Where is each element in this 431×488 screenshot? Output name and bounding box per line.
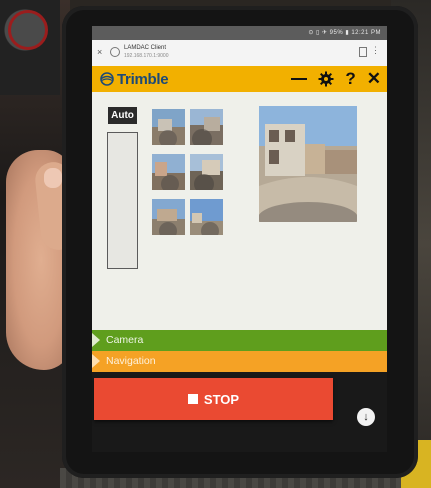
status-indicators: ⊙ ▯ ✈ 95% ▮ 12:21 PM (308, 30, 381, 36)
gear-icon[interactable] (318, 70, 334, 88)
camera-preview-image[interactable] (259, 106, 357, 222)
tablet-screen: ⊙ ▯ ✈ 95% ▮ 12:21 PM × LAMDAC Client 192… (92, 26, 387, 452)
navigation-section-bar[interactable]: Navigation (92, 351, 387, 372)
navigation-expand-arrow-icon (92, 354, 100, 368)
android-status-bar: ⊙ ▯ ✈ 95% ▮ 12:21 PM (92, 26, 387, 40)
trimble-logo: Trimble (100, 70, 169, 88)
app-header: Trimble ? ✕ (92, 66, 387, 92)
camera-thumbnail[interactable] (190, 154, 223, 190)
info-icon[interactable] (110, 47, 120, 57)
stop-label: STOP (203, 391, 240, 407)
thumb-nail (44, 168, 62, 188)
navigation-section-label: Navigation (106, 355, 156, 367)
camera-thumbnail[interactable] (152, 199, 185, 235)
logo-text: Trimble (117, 70, 169, 88)
help-icon[interactable]: ? (345, 69, 355, 88)
camera-thumbnail[interactable] (152, 109, 185, 145)
camera-section-bar[interactable]: Camera (92, 330, 387, 351)
scroll-down-icon[interactable]: ↓ (357, 408, 375, 426)
trimble-globe-icon (100, 72, 114, 86)
overflow-menu-icon[interactable]: ⋮ (371, 46, 380, 55)
list-icon[interactable] (291, 70, 308, 88)
camera-content: Auto (92, 92, 387, 330)
background-red-ring (8, 10, 48, 50)
camera-section-label: Camera (106, 334, 144, 346)
stop-button[interactable]: STOP (94, 378, 333, 420)
browser-title: LAMDAC Client (124, 45, 167, 51)
auto-button[interactable]: Auto (108, 107, 137, 124)
exposure-slider[interactable] (107, 132, 138, 269)
header-icons: ? ✕ (291, 69, 381, 88)
close-tab-icon[interactable]: × (97, 47, 102, 57)
camera-thumbnail[interactable] (190, 109, 223, 145)
camera-thumbnail[interactable] (152, 154, 185, 190)
camera-thumbnail[interactable] (190, 199, 223, 235)
camera-expand-arrow-icon (92, 333, 100, 347)
stop-icon (187, 394, 198, 404)
browser-bar: × LAMDAC Client 192.168.170.1:9000 ⋮ (92, 40, 387, 67)
browser-url[interactable]: 192.168.170.1:9000 (124, 53, 169, 59)
close-icon[interactable]: ✕ (367, 69, 381, 88)
bookmark-icon[interactable] (359, 47, 367, 57)
